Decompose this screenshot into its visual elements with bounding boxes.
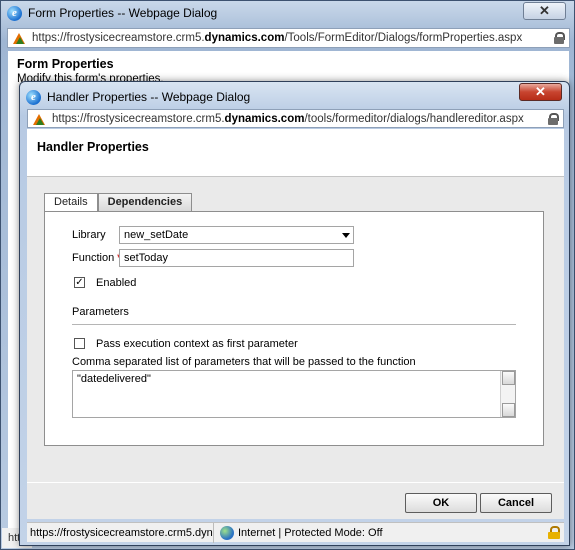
- textarea-scrollbar[interactable]: [500, 371, 515, 417]
- inner-title-bar: e Handler Properties -- Webpage Dialog: [26, 88, 250, 106]
- inner-url-path: /tools/formeditor/dialogs/handlereditor.…: [304, 112, 524, 125]
- outer-page-title: Form Properties: [17, 57, 114, 71]
- lock-icon: [548, 113, 559, 125]
- ok-button[interactable]: OK: [405, 493, 477, 513]
- dialog-body: Details Dependencies Library new_setDate…: [27, 177, 564, 482]
- inner-content-area: Handler Properties Details Dependencies …: [27, 129, 564, 519]
- scroll-down-button[interactable]: [502, 403, 515, 417]
- library-select[interactable]: new_setDate: [119, 226, 354, 244]
- parameters-textarea[interactable]: "datedelivered": [72, 370, 516, 418]
- outer-close-button[interactable]: ✕: [523, 2, 566, 20]
- function-label-text: Function: [72, 252, 115, 264]
- lock-icon: [554, 32, 565, 44]
- library-selected-value: new_setDate: [124, 229, 189, 241]
- pass-context-label: Pass execution context as first paramete…: [96, 338, 298, 350]
- enabled-label: Enabled: [96, 277, 137, 289]
- browser-statusbar: https://frostysicecreamstore.crm5.dynam …: [27, 522, 564, 543]
- enabled-checkbox[interactable]: ✓: [74, 277, 85, 288]
- dialog-footer: OK Cancel: [27, 482, 564, 519]
- dialog-header: Handler Properties: [27, 129, 564, 177]
- parameters-value: "datedelivered": [77, 373, 151, 385]
- outer-url-domain: dynamics.com: [204, 32, 285, 44]
- internet-explorer-icon: e: [7, 5, 22, 21]
- cancel-button[interactable]: Cancel: [480, 493, 552, 513]
- inner-url-prefix: https://frostysicecreamstore.crm5.: [52, 112, 225, 125]
- dropdown-arrow-icon[interactable]: [342, 233, 350, 238]
- outer-window-title: Form Properties -- Webpage Dialog: [28, 6, 218, 20]
- library-label: Library: [72, 229, 106, 241]
- params-list-label: Comma separated list of parameters that …: [72, 356, 416, 368]
- scroll-up-button[interactable]: [502, 371, 515, 385]
- parameters-heading: Parameters: [72, 306, 129, 318]
- handler-properties-window: e Handler Properties -- Webpage Dialog ✕…: [19, 81, 570, 546]
- pass-context-checkbox[interactable]: [74, 338, 85, 349]
- crm-page-icon: [32, 112, 46, 126]
- function-label: Function *: [72, 252, 122, 264]
- outer-title-bar: e Form Properties -- Webpage Dialog: [7, 4, 217, 22]
- internet-zone-globe-icon: [220, 525, 234, 540]
- outer-address-bar: https://frostysicecreamstore.crm5. dynami…: [7, 28, 570, 48]
- section-divider: [72, 324, 516, 325]
- tab-strip: Details Dependencies: [44, 193, 193, 212]
- internet-explorer-icon: e: [26, 89, 41, 105]
- inner-window-title: Handler Properties -- Webpage Dialog: [47, 90, 251, 104]
- status-lock-icon: [548, 526, 560, 539]
- dialog-title: Handler Properties: [37, 140, 149, 154]
- details-panel: Library new_setDate Function * setToday …: [44, 211, 544, 446]
- tab-details[interactable]: Details: [44, 193, 98, 212]
- inner-address-bar: https://frostysicecreamstore.crm5. dynami…: [27, 109, 564, 128]
- tab-dependencies[interactable]: Dependencies: [97, 193, 193, 211]
- inner-close-button[interactable]: ✕: [519, 83, 562, 101]
- status-url: https://frostysicecreamstore.crm5.dynam: [27, 522, 214, 543]
- inner-url-domain: dynamics.com: [224, 112, 305, 125]
- outer-url-path: /Tools/FormEditor/Dialogs/formProperties…: [284, 32, 523, 44]
- function-input[interactable]: setToday: [119, 249, 354, 267]
- crm-page-icon: [12, 31, 26, 45]
- security-zone-text: Internet | Protected Mode: Off: [238, 526, 383, 539]
- outer-url-prefix: https://frostysicecreamstore.crm5.: [32, 32, 205, 44]
